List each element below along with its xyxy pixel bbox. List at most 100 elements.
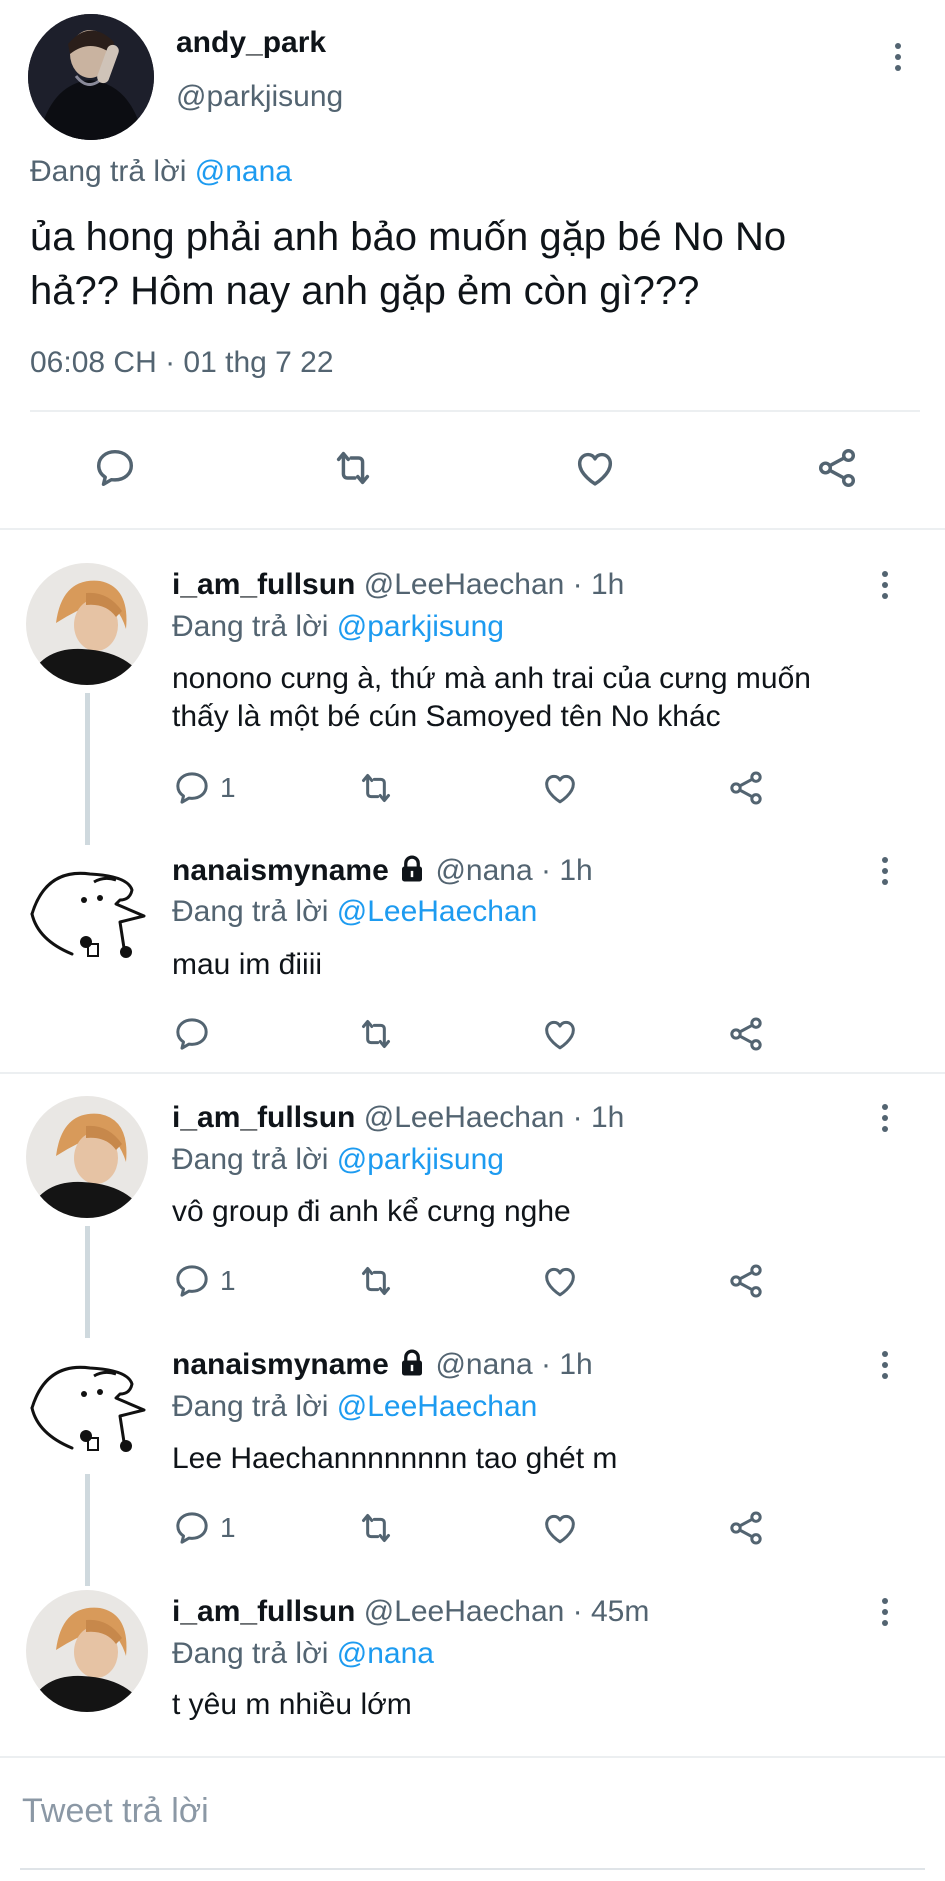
share-icon xyxy=(726,768,766,808)
reply-to-link[interactable]: @LeeHaechan xyxy=(337,1390,538,1423)
reply-to-link[interactable]: @nana xyxy=(195,155,292,188)
more-vertical-icon[interactable] xyxy=(873,1096,897,1140)
reply-handle-time[interactable]: @LeeHaechan · 1h xyxy=(364,1101,625,1134)
reply-display-name[interactable]: nanaismyname xyxy=(172,854,389,887)
reply-handle-time[interactable]: @nana · 1h xyxy=(435,1348,592,1381)
like-button[interactable] xyxy=(540,1014,580,1054)
reply-context: Đang trả lời @parkjisung xyxy=(172,1141,504,1179)
reply-text: t yêu m nhiều lớm xyxy=(172,1686,412,1724)
share-button[interactable] xyxy=(726,768,766,808)
share-icon xyxy=(726,1261,766,1301)
section-divider xyxy=(0,528,945,530)
like-icon xyxy=(540,768,580,808)
reply-context: Đang trả lời @LeeHaechan xyxy=(172,893,537,931)
bottom-divider xyxy=(20,1868,925,1870)
like-button[interactable] xyxy=(540,1508,580,1548)
reply-text: nonono cưng à, thứ mà anh trai của cưng … xyxy=(172,660,811,736)
reply-context: Đang trả lời @LeeHaechan xyxy=(172,1388,537,1426)
reply-header: i_am_fullsun @LeeHaechan · 1h xyxy=(172,1099,624,1137)
retweet-button[interactable] xyxy=(356,1261,396,1301)
share-button[interactable] xyxy=(726,1261,766,1301)
share-button[interactable] xyxy=(814,445,860,491)
reply-prefix: Đang trả lời xyxy=(172,895,329,928)
avatar-nana[interactable] xyxy=(24,860,152,970)
retweet-icon xyxy=(356,1014,396,1054)
more-vertical-icon[interactable] xyxy=(886,35,910,79)
reply-text-line: thấy là một bé cún Samoyed tên No khác xyxy=(172,700,721,733)
reply-icon xyxy=(172,1261,212,1301)
retweet-button[interactable] xyxy=(356,768,396,808)
reply-count: 1 xyxy=(220,1265,236,1296)
like-icon xyxy=(540,1014,580,1054)
like-icon xyxy=(540,1508,580,1548)
reply-to-link[interactable]: @parkjisung xyxy=(337,1143,504,1176)
reply-text-line: t yêu m nhiều lớm xyxy=(172,1688,412,1721)
reply-text: Lee Haechannnnnnnn tao ghét m xyxy=(172,1440,617,1478)
reply-prefix: Đang trả lời xyxy=(172,1637,329,1670)
avatar-haechan[interactable] xyxy=(26,1096,148,1218)
reply-display-name[interactable]: nanaismyname xyxy=(172,1348,389,1381)
more-vertical-icon[interactable] xyxy=(873,849,897,893)
main-reply-context: Đang trả lời @nana xyxy=(30,155,292,189)
avatar-haechan[interactable] xyxy=(26,1590,148,1712)
main-timestamp[interactable]: 06:08 CH · 01 thg 7 22 xyxy=(30,346,334,380)
reply-display-name[interactable]: i_am_fullsun xyxy=(172,1101,355,1134)
reply-button[interactable]: 1 xyxy=(172,1261,236,1301)
avatar-nana[interactable] xyxy=(24,1354,152,1464)
main-tweet-text-line: hả?? Hôm nay anh gặp ẻm còn gì??? xyxy=(30,269,700,313)
like-button[interactable] xyxy=(540,1261,580,1301)
reply-header: i_am_fullsun @LeeHaechan · 1h xyxy=(172,566,624,604)
thread-line xyxy=(85,693,90,845)
avatar-andy-park[interactable] xyxy=(28,14,154,140)
reply-handle-time[interactable]: @nana · 1h xyxy=(435,854,592,887)
more-vertical-icon[interactable] xyxy=(873,563,897,607)
like-button[interactable] xyxy=(540,768,580,808)
divider xyxy=(30,410,920,412)
reply-text: vô group đi anh kể cưng nghe xyxy=(172,1193,571,1231)
reply-prefix: Đang trả lời xyxy=(172,1143,329,1176)
reply-prefix: Đang trả lời xyxy=(30,155,187,188)
reply-button[interactable]: 1 xyxy=(172,768,236,808)
avatar-haechan[interactable] xyxy=(26,563,148,685)
reply-prefix: Đang trả lời xyxy=(172,1390,329,1423)
retweet-button[interactable] xyxy=(330,445,376,491)
reply-icon xyxy=(172,1014,212,1054)
more-vertical-icon[interactable] xyxy=(873,1590,897,1634)
reply-count: 1 xyxy=(220,1512,236,1543)
reply-icon xyxy=(92,445,138,491)
reply-compose-input[interactable]: Tweet trả lời xyxy=(0,1758,945,1868)
retweet-icon xyxy=(356,1508,396,1548)
reply-context: Đang trả lời @parkjisung xyxy=(172,608,504,646)
reply-text-line: mau im điiii xyxy=(172,948,323,981)
main-tweet-text: ủa hong phải anh bảo muốn gặp bé No No h… xyxy=(30,210,786,318)
share-button[interactable] xyxy=(726,1508,766,1548)
reply-button[interactable] xyxy=(92,445,138,491)
like-button[interactable] xyxy=(572,445,618,491)
reply-to-link[interactable]: @parkjisung xyxy=(337,610,504,643)
share-icon xyxy=(726,1014,766,1054)
main-tweet-text-line: ủa hong phải anh bảo muốn gặp bé No No xyxy=(30,215,787,259)
reply-to-link[interactable]: @LeeHaechan xyxy=(337,895,538,928)
main-display-name[interactable]: andy_park xyxy=(176,26,326,60)
reply-handle-time[interactable]: @LeeHaechan · 1h xyxy=(364,568,625,601)
reply-display-name[interactable]: i_am_fullsun xyxy=(172,568,355,601)
more-vertical-icon[interactable] xyxy=(873,1343,897,1387)
reply-icon xyxy=(172,1508,212,1548)
reply-header: nanaismyname @nana · 1h xyxy=(172,852,593,890)
reply-prefix: Đang trả lời xyxy=(172,610,329,643)
share-button[interactable] xyxy=(726,1014,766,1054)
retweet-button[interactable] xyxy=(356,1508,396,1548)
retweet-button[interactable] xyxy=(356,1014,396,1054)
share-icon xyxy=(726,1508,766,1548)
like-icon xyxy=(572,445,618,491)
reply-button[interactable] xyxy=(172,1014,212,1054)
reply-to-link[interactable]: @nana xyxy=(337,1637,434,1670)
retweet-icon xyxy=(356,768,396,808)
reply-handle-time[interactable]: @LeeHaechan · 45m xyxy=(364,1595,650,1628)
main-handle[interactable]: @parkjisung xyxy=(176,80,343,114)
reply-icon xyxy=(172,768,212,808)
reply-text-line: nonono cưng à, thứ mà anh trai của cưng … xyxy=(172,662,811,695)
thread-line xyxy=(85,1226,90,1338)
reply-button[interactable]: 1 xyxy=(172,1508,236,1548)
reply-display-name[interactable]: i_am_fullsun xyxy=(172,1595,355,1628)
